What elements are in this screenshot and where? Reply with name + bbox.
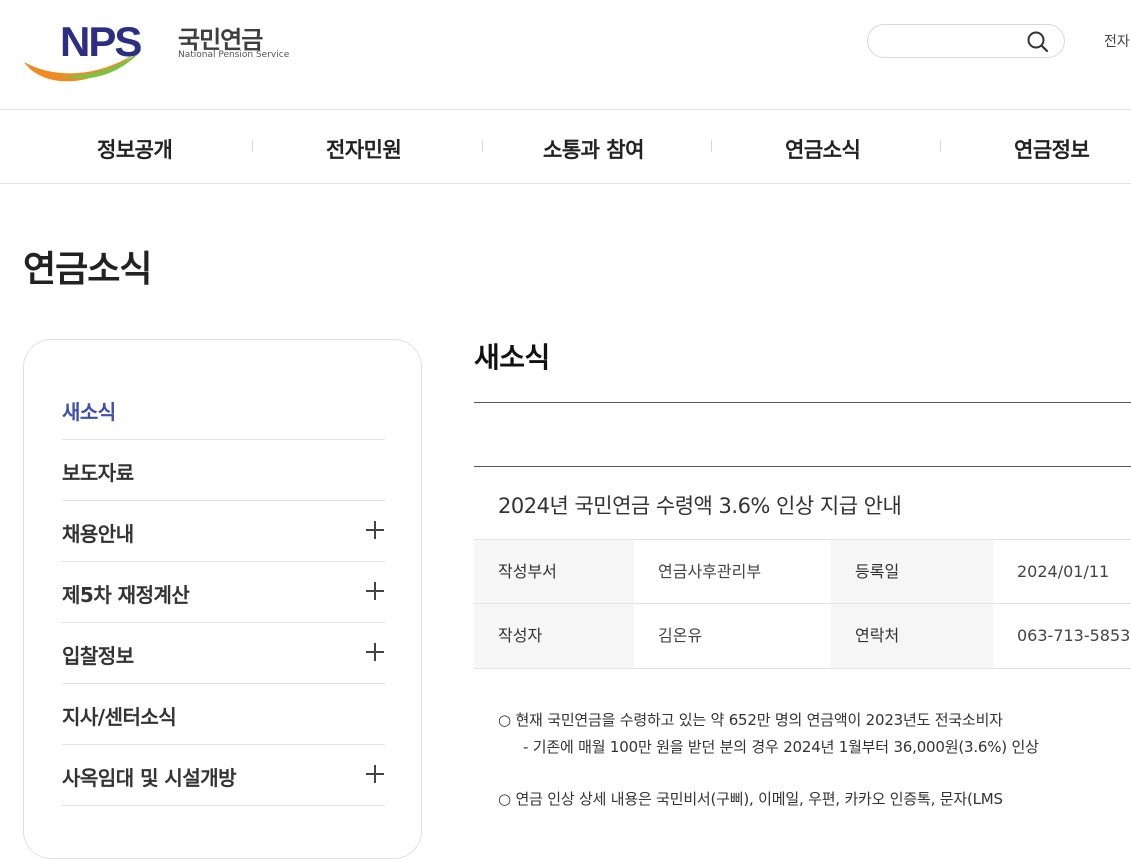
body-paragraph: ○ 연금 인상 상세 내용은 국민비서(구삐), 이메일, 우편, 카카오 인증… (498, 790, 1003, 808)
site-header: NPS 국민연금 National Pension Service 전자 (0, 0, 1131, 110)
gnb-item-e-civil[interactable]: 전자민원 (326, 134, 402, 164)
gnb-divider (482, 140, 483, 152)
date-label: 등록일 (831, 540, 993, 604)
author-label: 작성자 (474, 604, 634, 668)
side-menu-item-label: 새소식 (62, 400, 116, 424)
side-menu-item-branch-news[interactable]: 지사/센터소식 (62, 683, 385, 745)
contact-value: 063-713-5853 (993, 604, 1131, 668)
plus-icon[interactable] (365, 520, 385, 540)
gnb-divider (711, 140, 712, 152)
author-value: 김온유 (634, 604, 831, 668)
side-menu-item-news[interactable]: 새소식 (62, 378, 385, 440)
side-menu-item-bidding[interactable]: 입찰정보 (62, 622, 385, 684)
side-menu-item-facility[interactable]: 사옥임대 및 시설개방 (62, 744, 385, 806)
side-menu-item-label: 입찰정보 (62, 644, 134, 668)
side-menu-item-label: 사옥임대 및 시설개방 (62, 766, 237, 790)
post-title: 2024년 국민연금 수령액 3.6% 인상 지급 안내 (498, 494, 902, 518)
util-link[interactable]: 전자 (1104, 31, 1130, 51)
side-menu-item-press[interactable]: 보도자료 (62, 439, 385, 501)
contact-label: 연락처 (831, 604, 993, 668)
divider (474, 402, 1131, 403)
search-icon[interactable] (1026, 30, 1050, 54)
main-navigation: 정보공개 전자민원 소통과 참여 연금소식 연금정보 (0, 110, 1131, 184)
plus-icon[interactable] (365, 764, 385, 784)
body-paragraph: - 기존에 매월 100만 원을 받던 분의 경우 2024년 1월부터 36,… (523, 738, 1039, 756)
dept-value: 연금사후관리부 (634, 540, 831, 604)
plus-icon[interactable] (365, 581, 385, 601)
side-menu-item-financial-calc[interactable]: 제5차 재정계산 (62, 561, 385, 623)
date-value: 2024/01/11 (993, 540, 1131, 604)
gnb-item-info-disclosure[interactable]: 정보공개 (97, 134, 173, 164)
section-title: 새소식 (474, 341, 550, 374)
side-menu-item-label: 제5차 재정계산 (62, 583, 190, 607)
gnb-item-communication[interactable]: 소통과 참여 (543, 134, 644, 164)
logo-nps-text: NPS (60, 18, 141, 65)
side-menu-item-label: 채용안내 (62, 522, 134, 546)
search-input[interactable] (882, 31, 1026, 53)
side-menu: 새소식 보도자료 채용안내 제5차 재정계산 입찰정보 지사/센터소식 사옥임대… (23, 339, 422, 859)
table-row: 작성부서 연금사후관리부 등록일 2024/01/11 (474, 539, 1131, 604)
table-row: 작성자 김온유 연락처 063-713-5853 (474, 603, 1131, 669)
plus-icon[interactable] (365, 642, 385, 662)
body-paragraph: ○ 현재 국민연금을 수령하고 있는 약 652만 명의 연금액이 2023년도… (498, 711, 1003, 729)
gnb-divider (940, 140, 941, 152)
search-box (867, 24, 1065, 58)
divider (474, 466, 1131, 467)
side-menu-item-label: 보도자료 (62, 461, 134, 485)
side-menu-item-label: 지사/센터소식 (62, 705, 177, 729)
logo-english: National Pension Service (178, 50, 290, 60)
gnb-divider (252, 140, 253, 152)
page-title: 연금소식 (23, 249, 152, 290)
gnb-item-pension-info[interactable]: 연금정보 (1014, 134, 1090, 164)
gnb-item-pension-news[interactable]: 연금소식 (785, 134, 861, 164)
side-menu-item-recruit[interactable]: 채용안내 (62, 500, 385, 562)
dept-label: 작성부서 (474, 540, 634, 604)
